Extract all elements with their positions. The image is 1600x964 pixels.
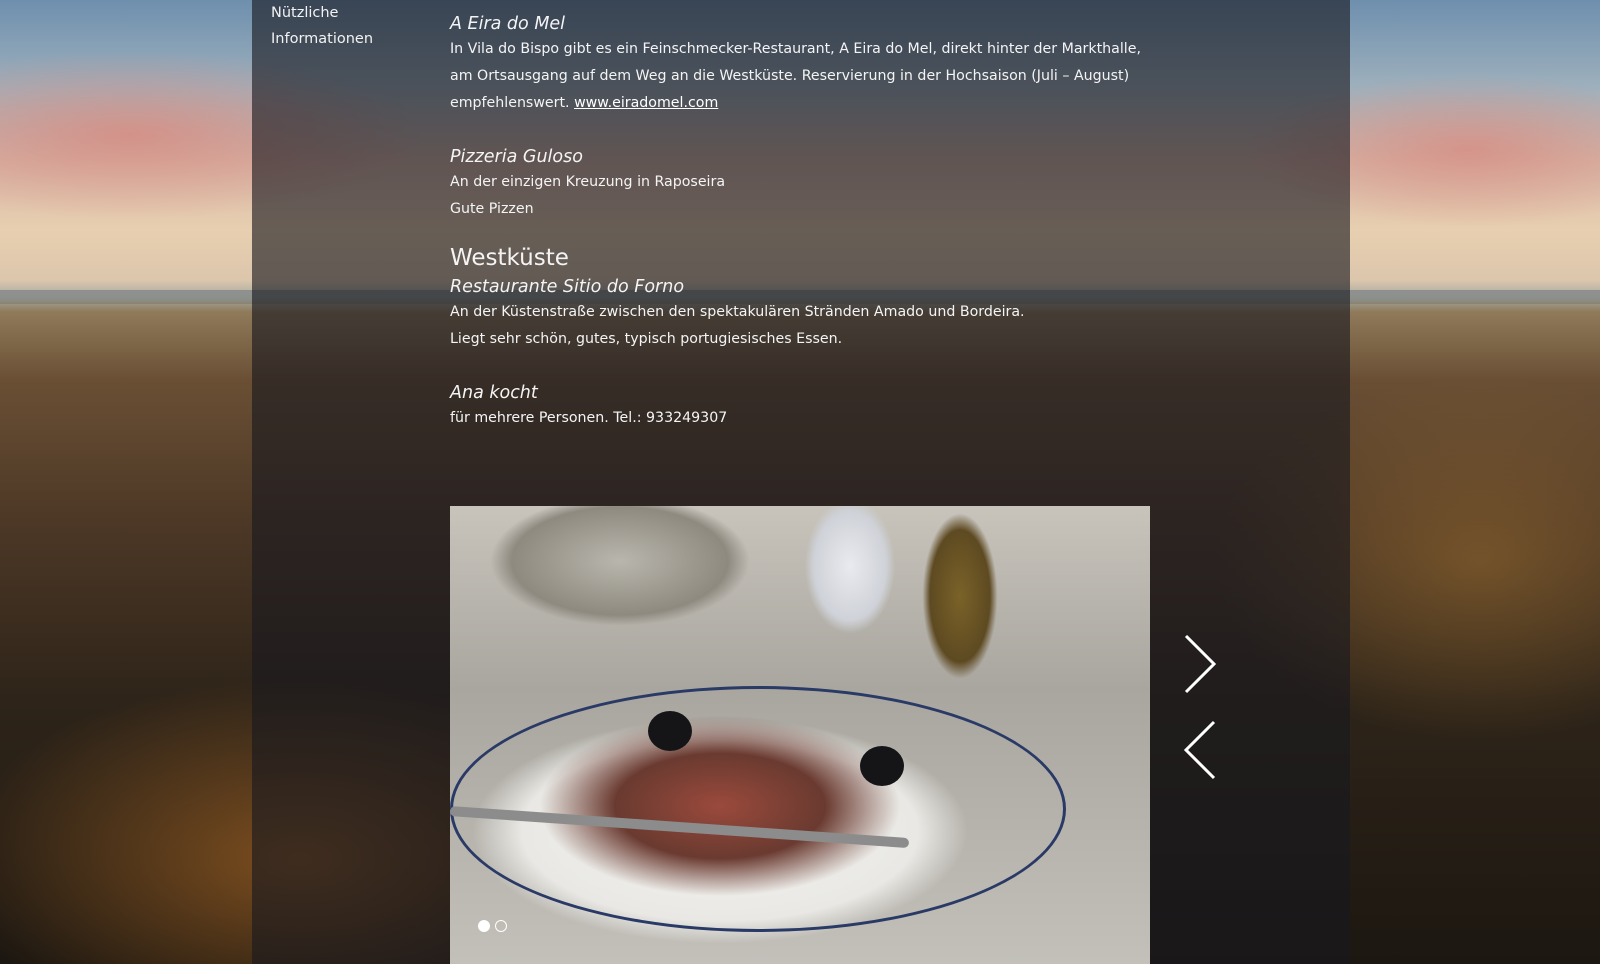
slider-next-button[interactable] [1180,634,1220,694]
slider-pagination [478,920,507,932]
section-heading-westkueste: Westküste [450,245,569,271]
entry-text-line: empfehlenswert. www.eiradomel.com [450,90,1150,117]
entry-text-line: Gute Pizzen [450,201,534,217]
eiradomel-link[interactable]: www.eiradomel.com [574,95,718,111]
nav-link-useful-info[interactable]: Nützliche Informationen [271,0,431,52]
slide-plate [450,686,1066,932]
slider-prev-button[interactable] [1180,720,1220,780]
left-navigation: Nützliche Informationen [271,0,431,52]
entry-eira-do-mel: A Eira do Mel In Vila do Bispo gibt es e… [450,12,1150,117]
entry-title: Pizzeria Guloso [450,147,583,167]
slide-olive [860,746,904,786]
entry-pizzeria-guloso: Pizzeria Guloso An der einzigen Kreuzung… [450,145,1150,223]
slider-dot[interactable] [495,920,507,932]
slide-olive [648,711,692,751]
entry-text-line: für mehrere Personen. Tel.: 933249307 [450,410,728,426]
entry-title: Ana kocht [450,383,538,403]
entry-text-line: An der einzigen Kreuzung in Raposeira [450,174,726,190]
entry-text-line: An der Küstenstraße zwischen den spektak… [450,304,1025,320]
entry-text-line: Liegt sehr schön, gutes, typisch portugi… [450,331,843,347]
entry-text-line: am Ortsausgang auf dem Weg an die Westkü… [450,68,1130,84]
entry-text-line: In Vila do Bispo gibt es ein Feinschmeck… [450,41,1141,57]
slider-dot[interactable] [478,920,490,932]
entry-sitio-do-forno: Restaurante Sitio do Forno An der Küsten… [450,275,1150,353]
chevron-left-icon [1183,720,1216,780]
entry-title: A Eira do Mel [450,14,566,34]
entry-ana-kocht: Ana kocht für mehrere Personen. Tel.: 93… [450,381,1150,432]
main-content: A Eira do Mel In Vila do Bispo gibt es e… [450,12,1150,432]
entry-title: Restaurante Sitio do Forno [450,277,685,297]
chevron-right-icon [1184,634,1217,694]
entry-text-prefix: empfehlenswert. [450,95,575,111]
image-slider[interactable] [450,506,1150,964]
